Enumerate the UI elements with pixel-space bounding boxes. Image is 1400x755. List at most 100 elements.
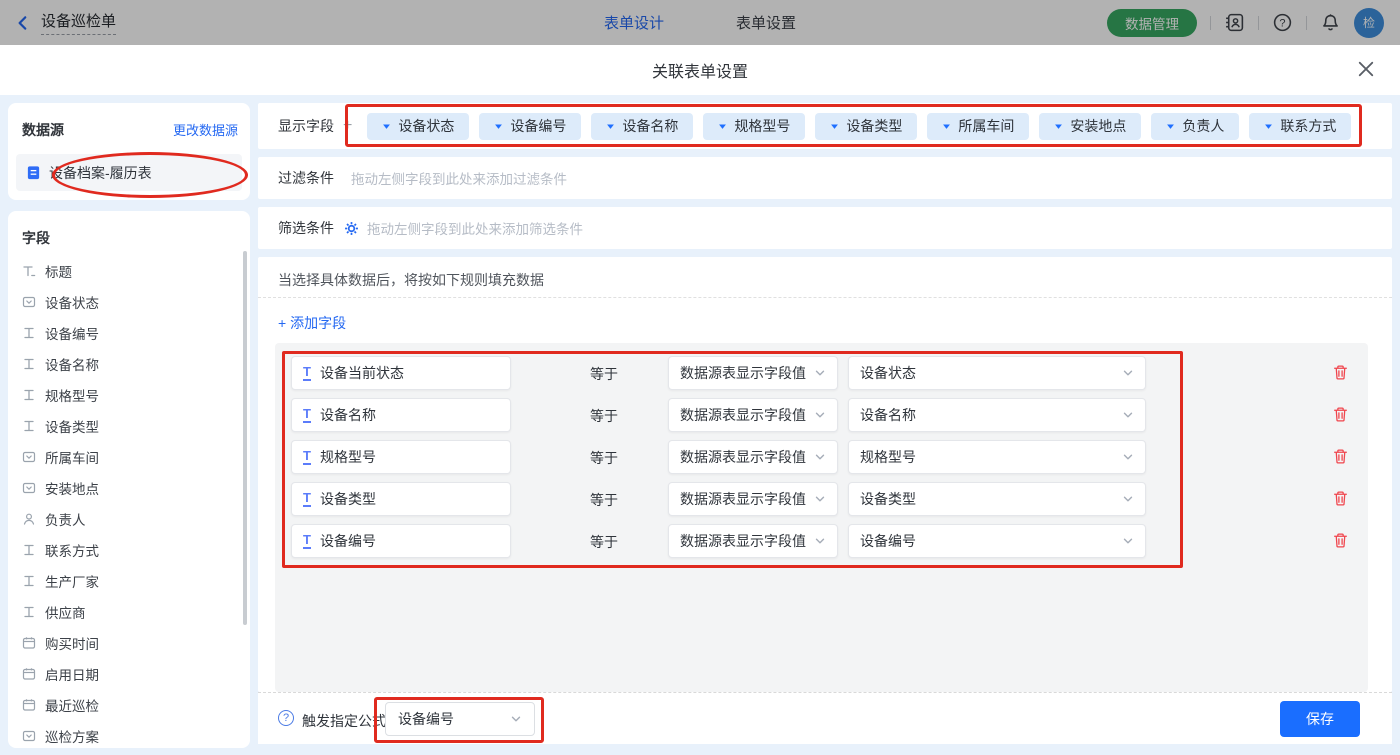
tab-form-design[interactable]: 表单设计 — [604, 12, 664, 33]
rule-value-select[interactable]: 设备状态 — [848, 356, 1146, 390]
contacts-icon[interactable] — [1224, 12, 1245, 33]
chevron-down-icon — [1122, 493, 1134, 505]
delete-rule-icon[interactable] — [1332, 364, 1349, 381]
save-button[interactable]: 保存 — [1280, 701, 1360, 737]
rule-operator: 等于 — [590, 406, 618, 426]
text-field-icon — [22, 574, 36, 588]
chip-contact[interactable]: 联系方式 — [1249, 113, 1351, 140]
chip-device-no[interactable]: 设备编号 — [479, 113, 581, 140]
delete-rule-icon[interactable] — [1332, 490, 1349, 507]
datasource-item[interactable]: 设备档案-履历表 — [16, 154, 242, 191]
chip-device-name[interactable]: 设备名称 — [591, 113, 693, 140]
chevron-down-icon — [510, 713, 522, 725]
field-item-device-status[interactable]: 设备状态 — [8, 286, 250, 317]
delete-rule-icon[interactable] — [1332, 406, 1349, 423]
chip-install-location[interactable]: 安装地点 — [1039, 113, 1141, 140]
rule-source-select[interactable]: 数据源表显示字段值 — [668, 440, 838, 474]
triangle-down-icon — [1264, 122, 1273, 131]
triangle-down-icon — [1166, 122, 1175, 131]
rule-source-select[interactable]: 数据源表显示字段值 — [668, 398, 838, 432]
field-item-enable-date[interactable]: 启用日期 — [8, 658, 250, 689]
date-field-icon — [22, 698, 36, 712]
chip-owner[interactable]: 负责人 — [1151, 113, 1239, 140]
triangle-down-icon — [1054, 122, 1063, 131]
field-item-owner[interactable]: 负责人 — [8, 503, 250, 534]
rule-source-select[interactable]: 数据源表显示字段值 — [668, 482, 838, 516]
chip-spec-model[interactable]: 规格型号 — [703, 113, 805, 140]
display-field-chips: 设备状态 设备编号 设备名称 规格型号 设备类型 所属车间 安装地点 负责人 联… — [367, 113, 1351, 140]
text-type-icon: T — [303, 491, 311, 507]
chip-device-type[interactable]: 设备类型 — [815, 113, 917, 140]
rule-source-select[interactable]: 数据源表显示字段值 — [668, 356, 838, 390]
avatar[interactable]: 检 — [1354, 8, 1384, 38]
gear-icon[interactable] — [344, 221, 359, 236]
triangle-down-icon — [830, 122, 839, 131]
field-item-title[interactable]: 标题 — [8, 255, 250, 286]
add-rule-field-link[interactable]: + 添加字段 — [278, 313, 346, 333]
fields-card: 字段 标题 设备状态 设备编号 设备名称 规格型号 设备类型 所属车间 安装地点… — [8, 211, 250, 748]
sift-condition-label: 筛选条件 — [278, 218, 334, 238]
triangle-down-icon — [606, 122, 615, 131]
tab-form-settings[interactable]: 表单设置 — [736, 12, 796, 33]
field-item-device-name[interactable]: 设备名称 — [8, 348, 250, 379]
trigger-help-icon[interactable]: ? — [278, 710, 294, 726]
field-label: 安装地点 — [45, 478, 99, 498]
bell-icon[interactable] — [1320, 12, 1341, 33]
change-datasource-link[interactable]: 更改数据源 — [173, 120, 238, 139]
rule-value-select[interactable]: 设备名称 — [848, 398, 1146, 432]
field-item-manufacturer[interactable]: 生产厂家 — [8, 565, 250, 596]
field-item-supplier[interactable]: 供应商 — [8, 596, 250, 627]
text-field-icon — [22, 326, 36, 340]
rule-value-select[interactable]: 规格型号 — [848, 440, 1146, 474]
data-manage-button[interactable]: 数据管理 — [1107, 9, 1197, 37]
field-item-device-no[interactable]: 设备编号 — [8, 317, 250, 348]
field-item-install-location[interactable]: 安装地点 — [8, 472, 250, 503]
rule-operator: 等于 — [590, 532, 618, 552]
chip-workshop[interactable]: 所属车间 — [927, 113, 1029, 140]
field-item-last-inspection[interactable]: 最近巡检 — [8, 689, 250, 720]
rule-row: T设备名称 等于 数据源表显示字段值 设备名称 — [275, 398, 1368, 432]
add-display-field-button[interactable]: + — [343, 117, 352, 135]
rule-source-select[interactable]: 数据源表显示字段值 — [668, 524, 838, 558]
rule-target-field[interactable]: T设备名称 — [291, 398, 511, 432]
divider — [1306, 16, 1307, 30]
field-item-inspection-plan[interactable]: 巡检方案 — [8, 720, 250, 751]
rule-target-field[interactable]: T设备类型 — [291, 482, 511, 516]
rule-target-field[interactable]: T设备编号 — [291, 524, 511, 558]
filter-condition-row[interactable]: 过滤条件 拖动左侧字段到此处来添加过滤条件 — [258, 157, 1392, 199]
chevron-down-icon — [1122, 451, 1134, 463]
field-label: 规格型号 — [45, 385, 99, 405]
field-label: 巡检方案 — [45, 726, 99, 746]
modal-titlebar: 关联表单设置 — [0, 45, 1400, 95]
field-label: 负责人 — [45, 509, 86, 529]
select-field-icon — [22, 450, 36, 464]
trigger-field-select[interactable]: 设备编号 — [385, 702, 535, 736]
field-item-contact[interactable]: 联系方式 — [8, 534, 250, 565]
modal-footer: ? 触发指定公式 设备编号 保存 — [258, 692, 1392, 744]
trigger-formula-label: 触发指定公式 — [302, 711, 386, 731]
scrollbar-thumb[interactable] — [243, 251, 247, 625]
field-item-spec-model[interactable]: 规格型号 — [8, 379, 250, 410]
field-item-workshop[interactable]: 所属车间 — [8, 441, 250, 472]
rule-target-field[interactable]: T规格型号 — [291, 440, 511, 474]
rules-panel: T设备当前状态 等于 数据源表显示字段值 设备状态 T设备名称 等于 数据源表显… — [275, 343, 1368, 692]
sift-condition-row[interactable]: 筛选条件 拖动左侧字段到此处来添加筛选条件 — [258, 207, 1392, 249]
filter-condition-label: 过滤条件 — [278, 168, 334, 188]
triangle-down-icon — [382, 122, 391, 131]
help-icon[interactable] — [1272, 12, 1293, 33]
triangle-down-icon — [942, 122, 951, 131]
field-item-purchase-time[interactable]: 购买时间 — [8, 627, 250, 658]
delete-rule-icon[interactable] — [1332, 532, 1349, 549]
rule-row: T设备当前状态 等于 数据源表显示字段值 设备状态 — [275, 356, 1368, 390]
text-field-icon — [22, 357, 36, 371]
field-item-device-type[interactable]: 设备类型 — [8, 410, 250, 441]
rule-value-select[interactable]: 设备编号 — [848, 524, 1146, 558]
rule-value-select[interactable]: 设备类型 — [848, 482, 1146, 516]
delete-rule-icon[interactable] — [1332, 448, 1349, 465]
chevron-down-icon — [814, 409, 826, 421]
rule-target-field[interactable]: T设备当前状态 — [291, 356, 511, 390]
chip-device-status[interactable]: 设备状态 — [367, 113, 469, 140]
field-label: 设备编号 — [45, 323, 99, 343]
app-window: 设备巡检单 表单设计 表单设置 数据管理 检 关联表单设置 数据源 更改数据源 … — [0, 0, 1400, 755]
close-icon[interactable] — [1356, 59, 1376, 79]
